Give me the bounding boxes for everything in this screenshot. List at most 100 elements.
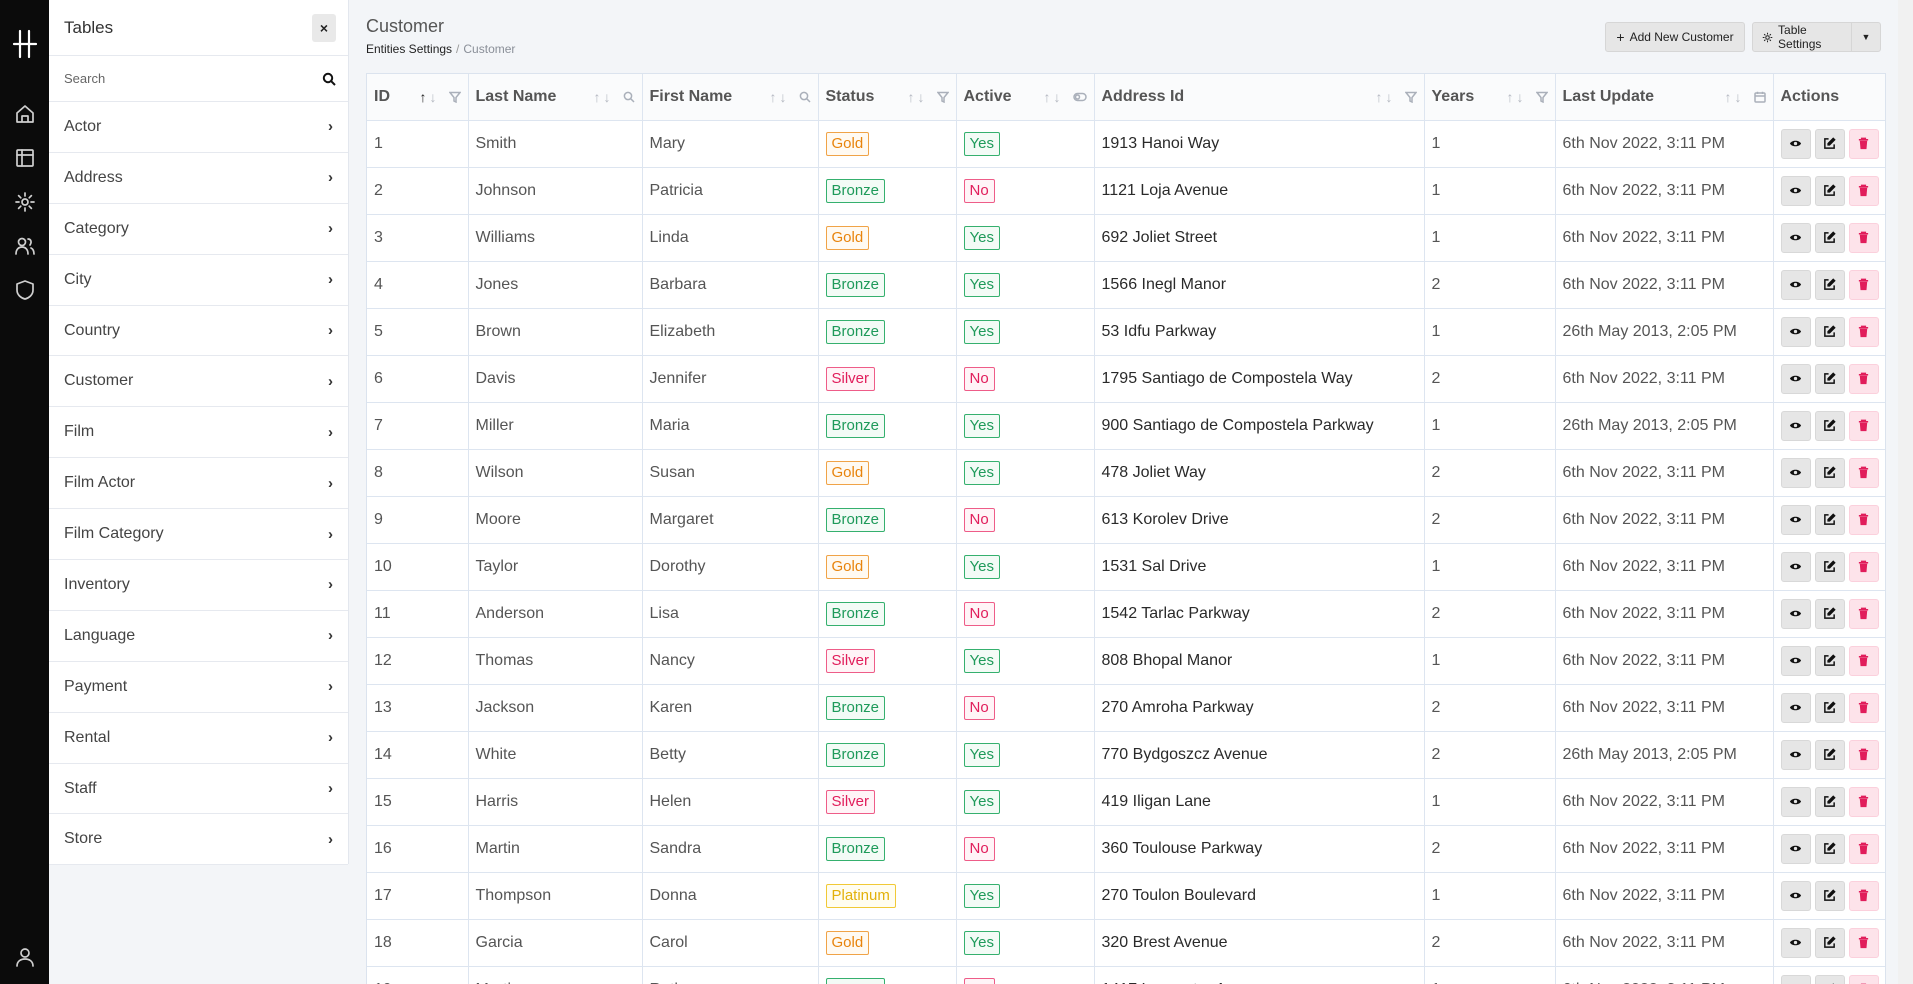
- delete-button[interactable]: [1848, 739, 1879, 770]
- table-row[interactable]: 5 Brown Elizabeth Bronze Yes 53 Idfu Parkway 1…: [367, 308, 1885, 356]
- table-row[interactable]: 1 Smith Mary Gold Yes 1913 Hanoi Way 1 6th Nov …: [367, 120, 1885, 168]
- delete-button[interactable]: [1848, 692, 1879, 723]
- sidebar-item-city[interactable]: City ›: [49, 255, 348, 306]
- edit-button[interactable]: [1814, 833, 1845, 864]
- table-row[interactable]: 3 Williams Linda Gold Yes 692 Joliet Street 1 6…: [367, 214, 1885, 262]
- delete-button[interactable]: [1848, 927, 1879, 958]
- sort-asc-icon[interactable]: ↑: [908, 89, 915, 105]
- view-button[interactable]: [1780, 504, 1811, 535]
- table-row[interactable]: 12 Thomas Nancy Silver Yes 808 Bhopal Manor 1 6…: [367, 637, 1885, 685]
- filter-icon[interactable]: [1535, 91, 1548, 103]
- column-header-last-name[interactable]: Last Name ↑ ↓: [468, 74, 643, 121]
- sort-asc-icon[interactable]: ↑: [1044, 89, 1051, 105]
- sidebar-item-customer[interactable]: Customer ›: [49, 356, 348, 408]
- sort-desc-icon[interactable]: ↓: [780, 89, 787, 105]
- view-button[interactable]: [1780, 316, 1811, 347]
- view-button[interactable]: [1780, 269, 1811, 300]
- edit-button[interactable]: [1814, 410, 1845, 441]
- edit-button[interactable]: [1814, 880, 1845, 911]
- sidebar-item-inventory[interactable]: Inventory ›: [49, 560, 348, 611]
- table-row[interactable]: 19MartinezRuth Bronze No 1417 Lancaster Ave…: [367, 966, 1885, 984]
- sort-asc-icon[interactable]: ↑: [770, 89, 777, 105]
- sort-asc-icon[interactable]: ↑: [1507, 89, 1514, 105]
- table-row[interactable]: 15 Harris Helen Silver Yes 419 Iligan Lane 1 6t…: [367, 778, 1885, 826]
- delete-button[interactable]: [1848, 551, 1879, 582]
- delete-button[interactable]: [1848, 410, 1879, 441]
- edit-button[interactable]: [1814, 974, 1845, 984]
- edit-button[interactable]: [1814, 175, 1845, 206]
- view-button[interactable]: [1780, 551, 1811, 582]
- view-button[interactable]: [1780, 739, 1811, 770]
- view-button[interactable]: [1780, 974, 1811, 984]
- delete-button[interactable]: [1848, 222, 1879, 253]
- edit-button[interactable]: [1814, 551, 1845, 582]
- delete-button[interactable]: [1848, 269, 1879, 300]
- sort-asc-icon[interactable]: ↑: [1376, 89, 1383, 105]
- sidebar-item-actor[interactable]: Actor ›: [49, 102, 348, 153]
- breadcrumb-parent[interactable]: Entities Settings: [366, 42, 452, 56]
- sort-desc-icon[interactable]: ↓: [1735, 89, 1742, 105]
- edit-button[interactable]: [1814, 927, 1845, 958]
- column-header-actions[interactable]: Actions: [1773, 74, 1885, 121]
- filter-icon[interactable]: [936, 91, 949, 103]
- delete-button[interactable]: [1848, 457, 1879, 488]
- sidebar-item-language[interactable]: Language ›: [49, 611, 348, 662]
- app-logo-icon[interactable]: [12, 29, 38, 59]
- view-button[interactable]: [1780, 645, 1811, 676]
- sort-desc-icon[interactable]: ↓: [1054, 89, 1061, 105]
- sidebar-item-film[interactable]: Film ›: [49, 407, 348, 459]
- delete-button[interactable]: [1848, 316, 1879, 347]
- user-icon[interactable]: [12, 944, 38, 970]
- view-button[interactable]: [1780, 457, 1811, 488]
- table-icon[interactable]: [12, 145, 38, 171]
- view-button[interactable]: [1780, 128, 1811, 159]
- delete-button[interactable]: [1848, 786, 1879, 817]
- filter-icon[interactable]: [448, 91, 461, 103]
- view-button[interactable]: [1780, 833, 1811, 864]
- table-settings-button[interactable]: Table Settings: [1752, 22, 1852, 52]
- sidebar-item-film-actor[interactable]: Film Actor ›: [49, 458, 348, 510]
- delete-button[interactable]: [1848, 504, 1879, 535]
- view-button[interactable]: [1780, 880, 1811, 911]
- sort-desc-icon[interactable]: ↓: [1386, 89, 1393, 105]
- table-settings-dropdown[interactable]: ▼: [1851, 22, 1881, 52]
- column-header-address-id[interactable]: Address Id ↑ ↓: [1094, 74, 1425, 121]
- edit-button[interactable]: [1814, 504, 1845, 535]
- search-icon[interactable]: [623, 91, 635, 103]
- home-icon[interactable]: [12, 101, 38, 127]
- sidebar-item-staff[interactable]: Staff ›: [49, 764, 348, 815]
- gear-icon[interactable]: [12, 189, 38, 215]
- search-icon[interactable]: [322, 72, 336, 86]
- scrollbar[interactable]: [1898, 0, 1913, 984]
- table-row[interactable]: 17 Thompson Donna Platinum Yes 270 Toulon Bou…: [367, 872, 1885, 920]
- delete-button[interactable]: [1848, 833, 1879, 864]
- sort-desc-icon[interactable]: ↓: [430, 89, 437, 105]
- column-header-years[interactable]: Years ↑ ↓: [1424, 74, 1556, 121]
- sidebar-item-store[interactable]: Store ›: [49, 814, 348, 866]
- close-icon[interactable]: ×: [312, 13, 336, 42]
- edit-button[interactable]: [1814, 598, 1845, 629]
- view-button[interactable]: [1780, 692, 1811, 723]
- sort-asc-icon[interactable]: ↑: [420, 89, 427, 105]
- sort-desc-icon[interactable]: ↓: [604, 89, 611, 105]
- delete-button[interactable]: [1848, 974, 1879, 984]
- edit-button[interactable]: [1814, 457, 1845, 488]
- edit-button[interactable]: [1814, 316, 1845, 347]
- table-row[interactable]: 13 Jackson Karen Bronze No 270 Amroha Parkway…: [367, 684, 1885, 732]
- sidebar-item-payment[interactable]: Payment ›: [49, 662, 348, 713]
- column-header-last-update[interactable]: Last Update ↑ ↓: [1555, 74, 1774, 121]
- sort-asc-icon[interactable]: ↑: [594, 89, 601, 105]
- sidebar-item-film-category[interactable]: Film Category ›: [49, 509, 348, 561]
- delete-button[interactable]: [1848, 598, 1879, 629]
- table-row[interactable]: 9 Moore Margaret Bronze No 613 Korolev Drive 2…: [367, 496, 1885, 544]
- edit-button[interactable]: [1814, 692, 1845, 723]
- shield-icon[interactable]: [12, 277, 38, 303]
- sidebar-item-country[interactable]: Country ›: [49, 306, 348, 357]
- table-row[interactable]: 14 White Betty Bronze Yes 770 Bydgoszcz Avenu…: [367, 731, 1885, 779]
- table-row[interactable]: 18 Garcia Carol Gold Yes 320 Brest Avenue 2 6th…: [367, 919, 1885, 967]
- column-header-id[interactable]: ID ↑ ↓: [367, 74, 469, 121]
- toggle-icon[interactable]: [1072, 91, 1087, 103]
- edit-button[interactable]: [1814, 739, 1845, 770]
- search-icon[interactable]: [799, 91, 811, 103]
- view-button[interactable]: [1780, 598, 1811, 629]
